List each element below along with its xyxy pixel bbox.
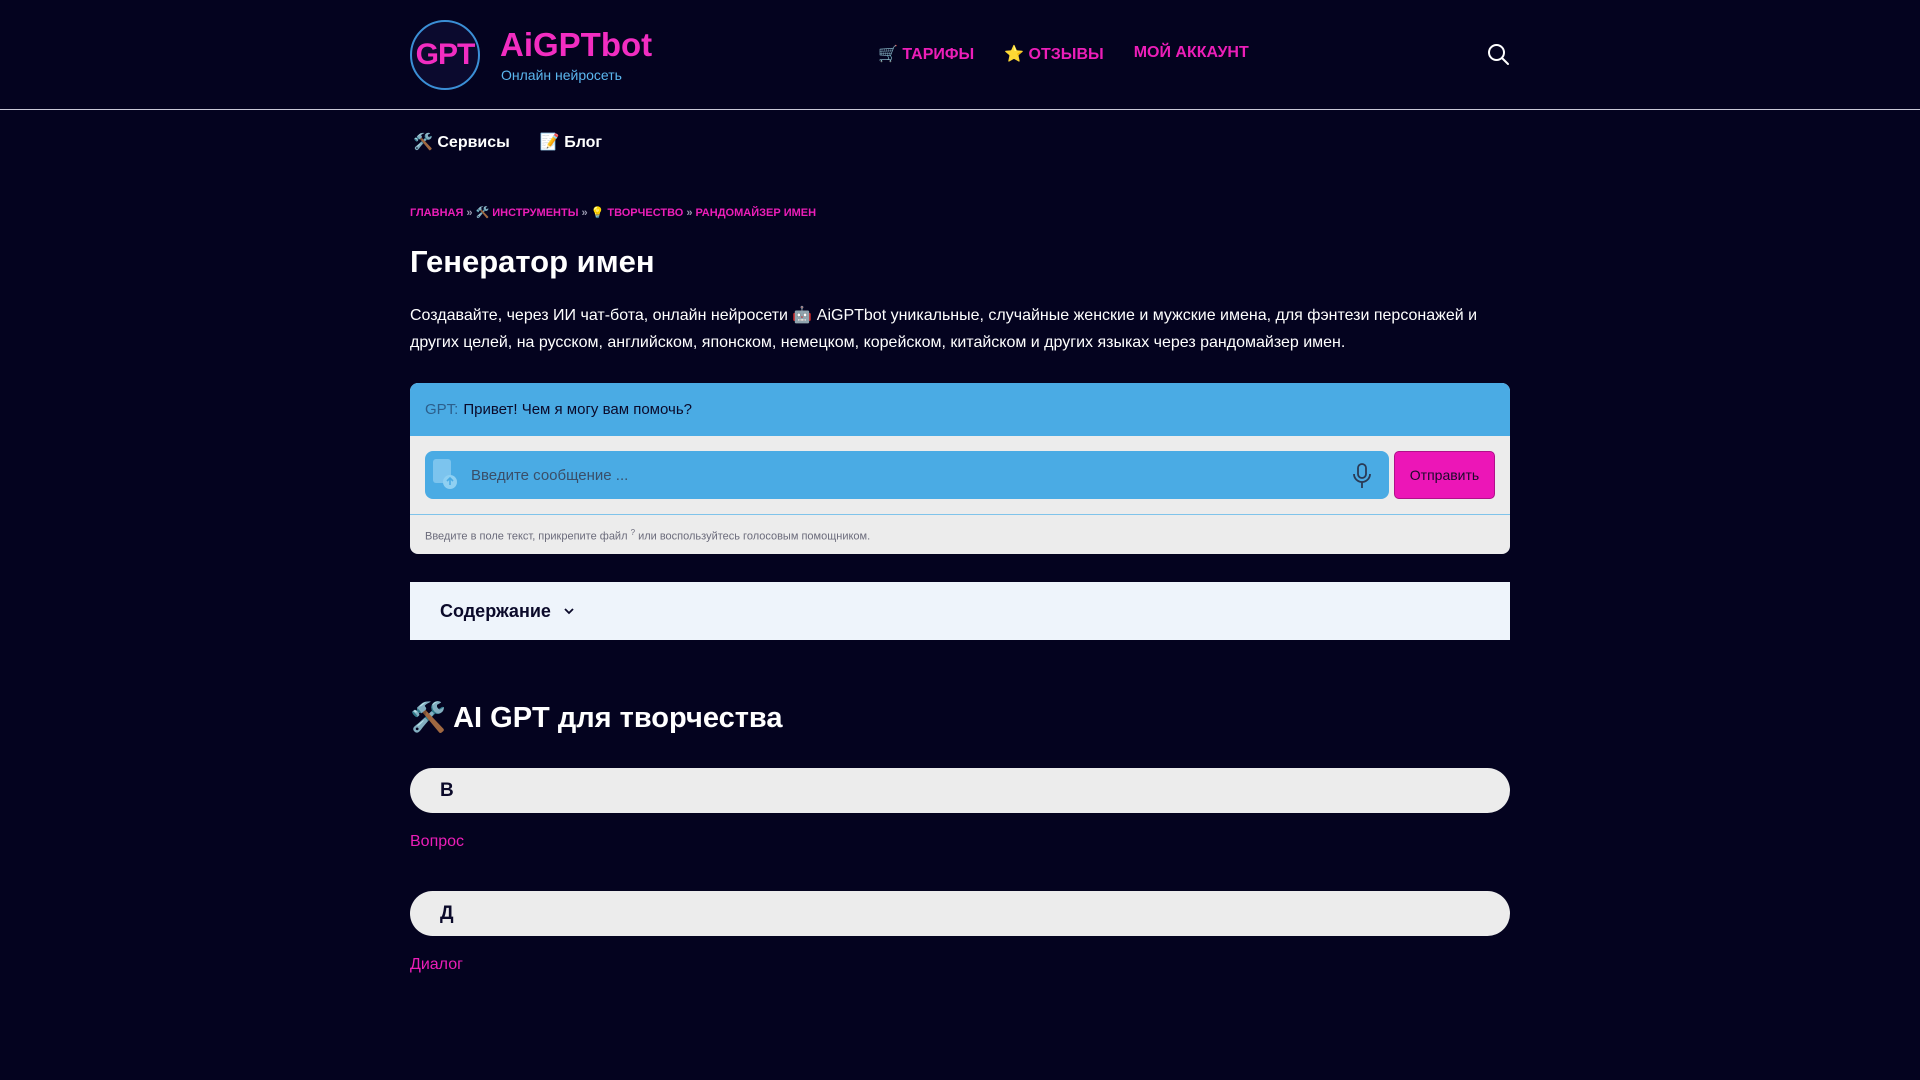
nav-services[interactable]: 🛠️ Сервисы <box>413 132 510 152</box>
nav-my-account[interactable]: МОЙ АККАУНТ <box>1134 44 1249 64</box>
chat-sender: GPT: <box>425 401 459 418</box>
letter-header: Д <box>410 891 1510 936</box>
chat-widget: GPT: Привет! Чем я могу вам помочь? Отпр… <box>410 383 1510 554</box>
brand-tagline: Онлайн нейросеть <box>501 67 622 83</box>
chat-input-row <box>425 451 1389 499</box>
breadcrumb-creativity[interactable]: 💡 ТВОРЧЕСТВО <box>591 207 684 219</box>
send-button[interactable]: Отправить <box>1394 451 1495 499</box>
breadcrumb-separator: » <box>581 207 588 219</box>
chat-message-input[interactable] <box>471 451 1331 499</box>
section-title: 🛠️ AI GPT для творчества <box>410 702 783 734</box>
letter-header: В <box>410 768 1510 813</box>
chat-hint-text: Введите в поле текст, прикрепите файл <box>425 530 628 543</box>
chat-hint: Введите в поле текст, прикрепите файл ? … <box>425 528 870 543</box>
intro-text: Создавайте, через ИИ чат-бота, онлайн не… <box>410 307 1478 351</box>
logo-text: GPT <box>415 38 476 71</box>
logo[interactable]: GPT <box>410 20 480 90</box>
breadcrumb-tools[interactable]: 🛠️ ИНСТРУМЕНТЫ <box>476 207 579 219</box>
breadcrumb-current: РАНДОМАЙЗЕР ИМЕН <box>695 207 817 219</box>
brand-name[interactable]: AiGPTbot <box>500 26 652 64</box>
nav-reviews[interactable]: ⭐ ОТЗЫВЫ <box>1004 44 1104 64</box>
secondary-nav: 🛠️ Сервисы 📝 Блог <box>413 132 602 152</box>
breadcrumb-separator: » <box>466 207 473 219</box>
term-link[interactable]: Вопрос <box>410 833 464 851</box>
breadcrumb-separator: » <box>686 207 693 219</box>
attach-file-icon[interactable] <box>433 459 459 489</box>
breadcrumb: ГЛАВНАЯ» 🛠️ ИНСТРУМЕНТЫ» 💡 ТВОРЧЕСТВО» РАНД… <box>410 206 816 219</box>
table-of-contents-toggle[interactable]: Содержание <box>410 582 1510 640</box>
page-title: Генератор имен <box>410 244 655 279</box>
breadcrumb-home[interactable]: ГЛАВНАЯ <box>410 207 463 219</box>
microphone-icon[interactable] <box>1351 463 1373 489</box>
search-icon[interactable] <box>1486 42 1510 66</box>
chat-message-text: Привет! Чем я могу вам помочь? <box>463 401 692 418</box>
chat-message: GPT: Привет! Чем я могу вам помочь? <box>410 383 1510 436</box>
chat-divider <box>410 514 1510 515</box>
chat-hint-text-end: или воспользуйтесь голосовым помощником. <box>638 530 871 543</box>
toc-label: Содержание <box>440 600 551 621</box>
term-link[interactable]: Диалог <box>410 956 463 974</box>
chevron-down-icon <box>564 608 574 615</box>
help-tooltip-icon[interactable]: ? <box>631 528 635 537</box>
top-nav: 🛒 ТАРИФЫ ⭐ ОТЗЫВЫ МОЙ АККАУНТ <box>878 44 1249 64</box>
nav-blog[interactable]: 📝 Блог <box>540 132 602 152</box>
nav-tariffs[interactable]: 🛒 ТАРИФЫ <box>878 44 974 64</box>
